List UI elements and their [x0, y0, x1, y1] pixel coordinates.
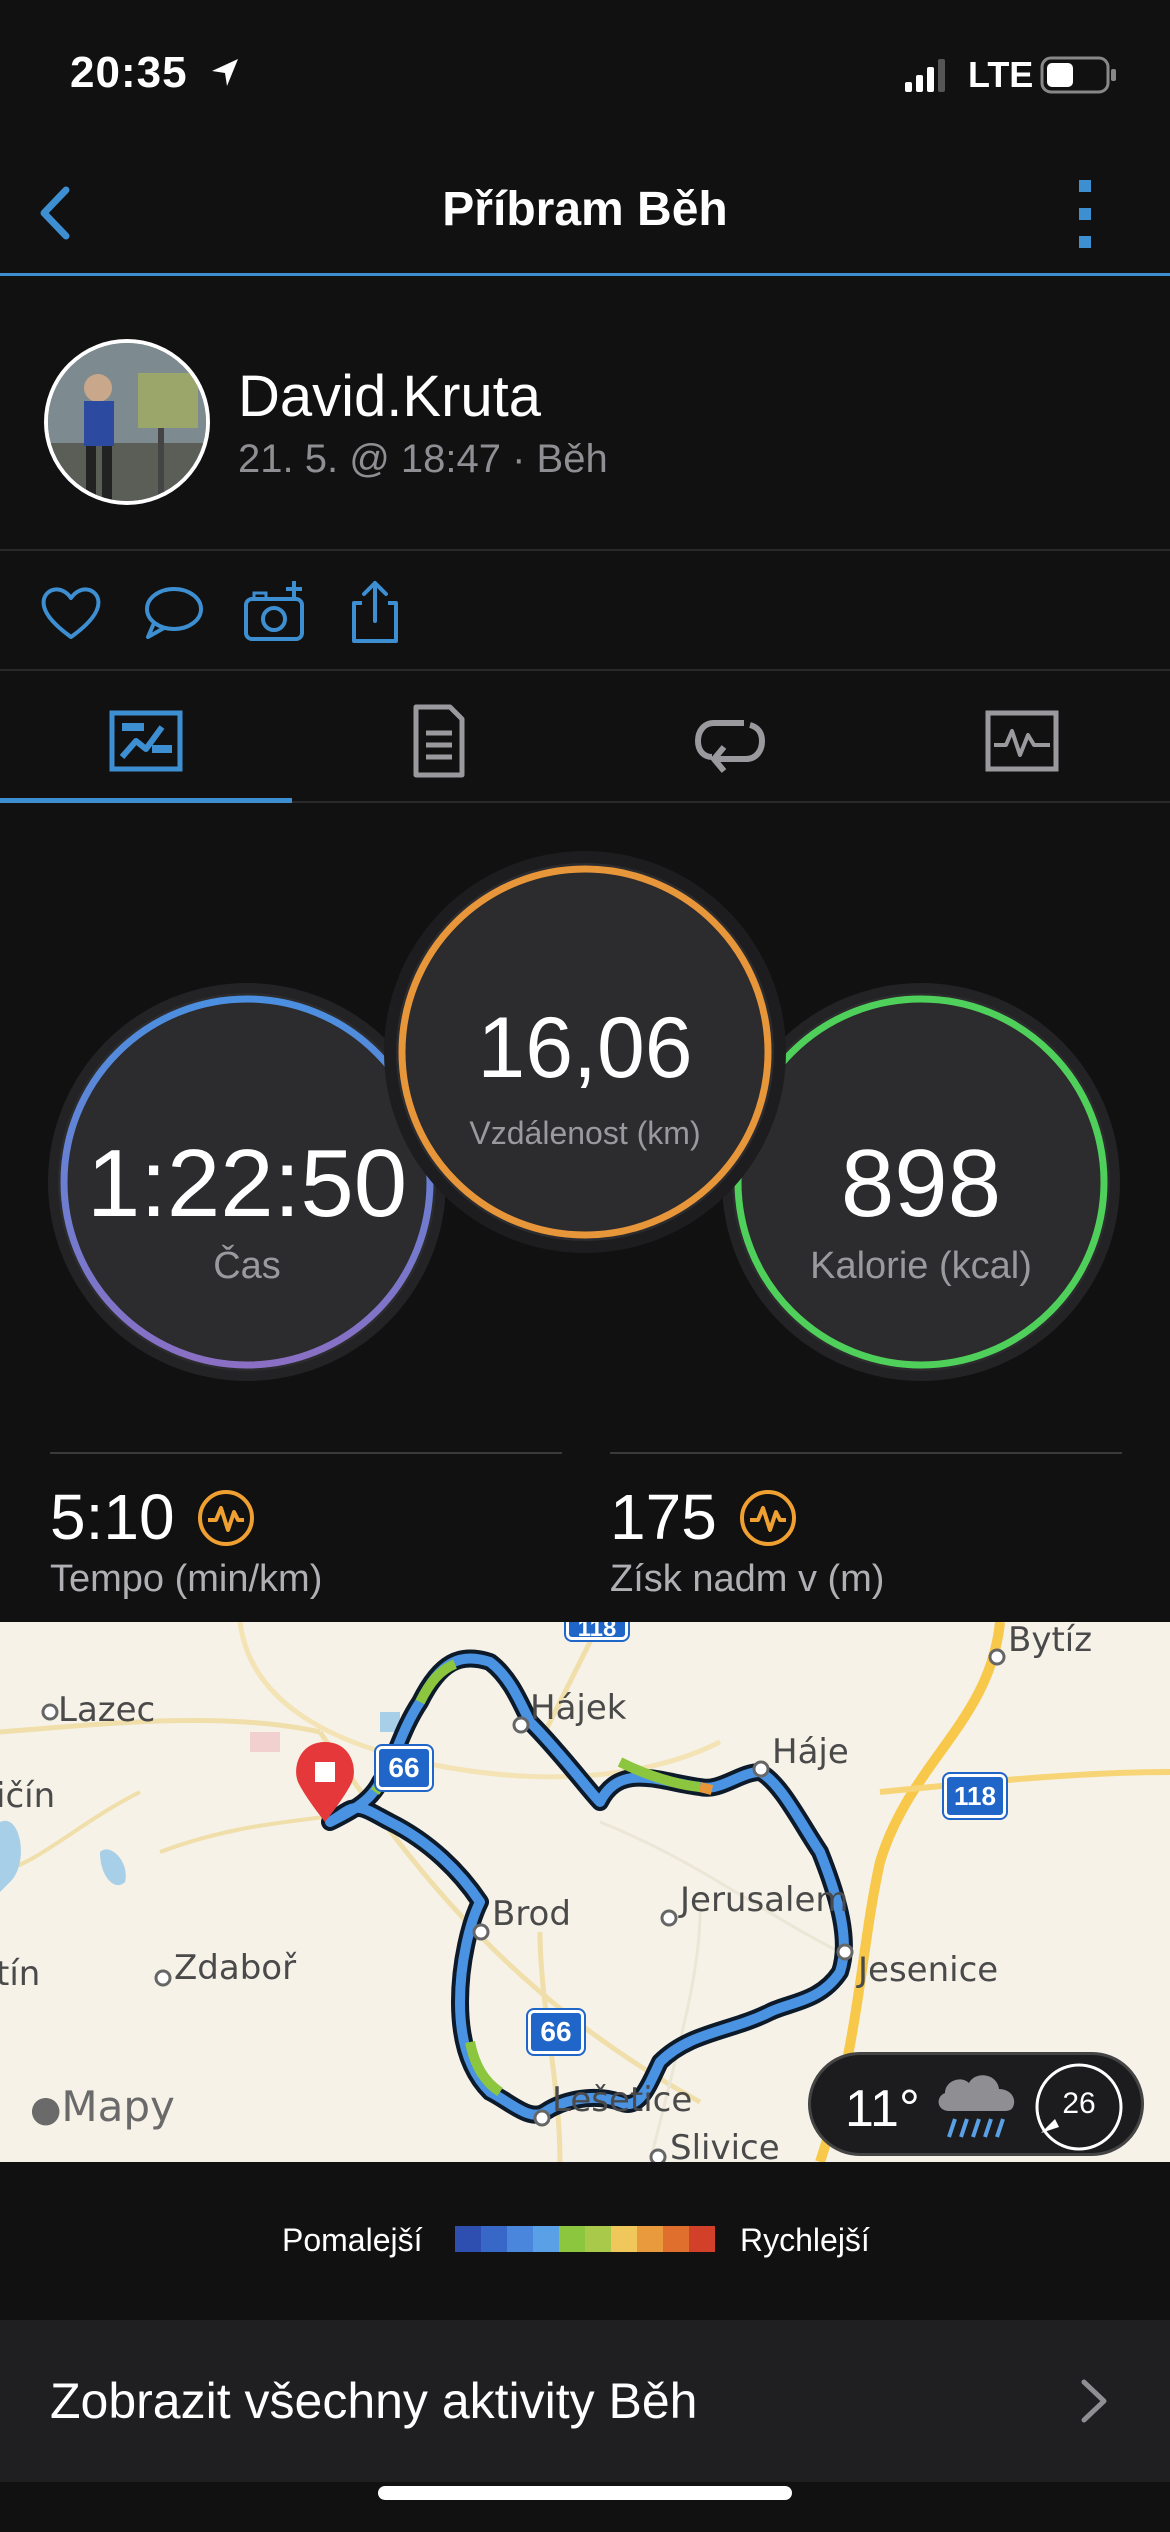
- tab-charts[interactable]: [876, 671, 1168, 801]
- network-label: LTE: [968, 54, 1034, 95]
- tab-bar: [0, 671, 1170, 803]
- signal-icon: [905, 59, 945, 92]
- all-activities-label: Zobrazit všechny aktivity Běh: [50, 2373, 698, 2429]
- activity-meta: 21. 5. @ 18:47 · Běh: [238, 437, 608, 481]
- username[interactable]: David.Kruta: [238, 363, 541, 430]
- legend-swatch: [559, 2226, 585, 2252]
- place-label: Slivice: [670, 2128, 780, 2162]
- place-label: ičín: [0, 1776, 56, 1816]
- road-shield-118: 118: [566, 1622, 628, 1642]
- place-label: Lešetice: [552, 2080, 693, 2120]
- stats-overview-icon: [109, 710, 183, 772]
- time-value: 1:22:50: [86, 1130, 408, 1237]
- wind-speed: 26: [1062, 2087, 1096, 2120]
- legend-swatch: [689, 2226, 715, 2252]
- pace-stat: 5:10 Tempo (min/km): [50, 1452, 562, 1622]
- activity-pulse-icon: [198, 1490, 254, 1546]
- calories-stat: 898 Kalorie (kcal): [732, 993, 1110, 1371]
- chart-icon: [985, 710, 1059, 772]
- road-shield-66: 66: [528, 2010, 584, 2054]
- legend-swatch: [455, 2226, 481, 2252]
- comment-icon[interactable]: [138, 577, 208, 647]
- document-icon: [413, 704, 465, 778]
- action-bar: [0, 551, 1170, 671]
- place-label: Bytíz: [1008, 1622, 1093, 1660]
- legend-swatch: [637, 2226, 663, 2252]
- legend-swatch: [611, 2226, 637, 2252]
- distance-stat: 16,06 Vzdálenost (km): [396, 863, 774, 1241]
- avatar-photo: [48, 343, 206, 501]
- stats-circles: 1:22:50 Čas 898 Kalorie (kcal) 16,06 Vzd…: [0, 805, 1170, 1405]
- page-title: Příbram Běh: [442, 183, 728, 236]
- chevron-right-icon: [1081, 2379, 1107, 2423]
- temperature: 11°: [845, 2080, 920, 2138]
- road-shield-118: 118: [944, 1774, 1006, 1818]
- apple-logo-icon: ●: [30, 2089, 62, 2130]
- legend-slower-label: Pomalejší: [282, 2222, 423, 2258]
- legend-swatch: [481, 2226, 507, 2252]
- calories-value: 898: [840, 1130, 1002, 1237]
- heart-icon[interactable]: [36, 577, 106, 647]
- legend-swatch: [507, 2226, 533, 2252]
- status-bar: 20:35 LTE: [0, 0, 1170, 150]
- place-label: tín: [0, 1954, 41, 1994]
- place-label: Jerusalem: [680, 1880, 849, 1920]
- legend-swatch: [533, 2226, 559, 2252]
- activity-pulse-icon: [740, 1490, 796, 1546]
- maps-logo-text: Mapy: [61, 2082, 175, 2131]
- battery-icon: [1040, 56, 1116, 94]
- tab-details[interactable]: [292, 671, 584, 801]
- pace-value: 5:10: [50, 1481, 175, 1553]
- legend-color-scale: [455, 2226, 715, 2252]
- weather-badge: 11° 26: [808, 2052, 1144, 2156]
- tab-laps[interactable]: [584, 671, 876, 801]
- nav-bar: Příbram Běh: [0, 150, 1170, 276]
- time-label: Čas: [213, 1245, 281, 1287]
- status-time: 20:35: [70, 48, 188, 97]
- legend-faster-label: Rychlejší: [740, 2222, 870, 2258]
- place-label: Zdaboř: [174, 1948, 297, 1988]
- add-photo-icon[interactable]: [240, 577, 310, 647]
- place-label: Lazec: [58, 1690, 156, 1730]
- laps-loop-icon: [694, 720, 766, 773]
- maps-logo: ●Mapy: [30, 2082, 175, 2131]
- tab-overview[interactable]: [0, 671, 292, 803]
- elevation-value: 175: [610, 1481, 717, 1553]
- legend-swatch: [663, 2226, 689, 2252]
- calories-label: Kalorie (kcal): [810, 1245, 1032, 1287]
- activity-header: David.Kruta 21. 5. @ 18:47 · Běh: [0, 279, 1170, 551]
- all-activities-row[interactable]: Zobrazit všechny aktivity Běh: [0, 2320, 1170, 2482]
- elevation-stat: 175 Získ nadm v (m): [610, 1452, 1122, 1622]
- route-map[interactable]: 66 66 118 118 Lazec ičín tín Zdaboř Háje…: [0, 1622, 1170, 2162]
- pace-legend: Pomalejší Rychlejší: [0, 2162, 1170, 2322]
- legend-swatch: [585, 2226, 611, 2252]
- location-arrow-icon: [212, 59, 238, 86]
- more-vertical-icon[interactable]: [1060, 174, 1110, 254]
- time-stat: 1:22:50 Čas: [58, 993, 436, 1371]
- rain-cloud-icon: [938, 2075, 1015, 2138]
- elevation-label: Získ nadm v (m): [610, 1558, 885, 1600]
- place-label: Brod: [492, 1894, 571, 1934]
- place-label: Háje: [772, 1732, 849, 1772]
- place-label: Hájek: [530, 1688, 627, 1728]
- share-icon[interactable]: [340, 577, 410, 647]
- distance-label: Vzdálenost (km): [469, 1115, 701, 1151]
- home-indicator[interactable]: [378, 2486, 792, 2500]
- tab-active-indicator: [0, 798, 292, 803]
- avatar[interactable]: [44, 339, 210, 505]
- place-label: Jesenice: [858, 1950, 999, 1990]
- pace-label: Tempo (min/km): [50, 1558, 323, 1600]
- distance-value: 16,06: [477, 1000, 693, 1096]
- road-shield-66: 66: [376, 1746, 432, 1790]
